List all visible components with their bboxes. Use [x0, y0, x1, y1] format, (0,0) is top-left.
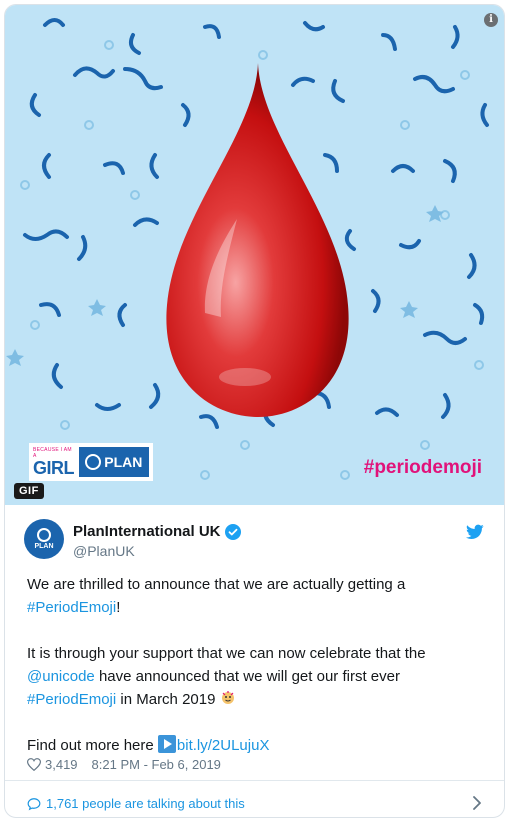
tweet-meta: 3,419 8:21 PM - Feb 6, 2019 [27, 757, 221, 772]
plan-globe-icon [37, 528, 51, 542]
gif-badge: GIF [14, 483, 44, 499]
twitter-bird-icon[interactable] [466, 524, 484, 540]
periodemoji-overlay: #periodemoji [363, 457, 482, 478]
tweet-media-gif[interactable]: i BECAUSE I AM A GIRL PLAN #periodemoji … [5, 5, 504, 505]
paragraph-2-text: It is through your support that we can n… [27, 645, 426, 662]
info-icon[interactable]: i [484, 13, 498, 27]
mention-unicode-link[interactable]: @unicode [27, 668, 95, 685]
logo-girl-word: GIRL [33, 458, 75, 478]
avatar[interactable]: PLAN [24, 519, 64, 559]
display-name[interactable]: PlanInternational UK [73, 523, 241, 540]
tweet-card: i BECAUSE I AM A GIRL PLAN #periodemoji … [4, 4, 505, 818]
tweet-paragraph-3: Find out more here bit.ly/2ULujuX [27, 734, 487, 757]
divider [5, 780, 504, 781]
logo-plan-word: PLAN [104, 454, 143, 470]
paragraph-1-suffix: ! [116, 599, 121, 616]
paragraph-2-text2: have announced that we will get our firs… [94, 668, 400, 685]
speech-bubble-icon [27, 797, 41, 810]
party-emoji-icon [221, 691, 234, 704]
avatar-text: PLAN [34, 543, 54, 550]
conversation-count-text[interactable]: 1,761 people are talking about this [46, 796, 245, 811]
play-arrow-emoji-icon [157, 735, 176, 753]
timestamp[interactable]: 8:21 PM - Feb 6, 2019 [92, 757, 221, 772]
like-count[interactable]: 3,419 [45, 757, 78, 772]
hashtag-periodemoji-link[interactable]: #PeriodEmoji [27, 599, 116, 616]
short-link[interactable]: bit.ly/2ULujuX [177, 737, 270, 754]
paragraph-1-text: We are thrilled to announce that we are … [27, 576, 406, 593]
display-name-text[interactable]: PlanInternational UK [73, 523, 221, 540]
period-emoji-artwork [6, 18, 489, 480]
blood-drop [166, 63, 349, 417]
tweet-text: We are thrilled to announce that we are … [27, 573, 487, 757]
paragraph-3-text: Find out more here [27, 737, 158, 754]
tweet-paragraph-2: It is through your support that we can n… [27, 642, 487, 711]
plan-globe-icon [85, 454, 102, 470]
heart-icon[interactable] [27, 758, 41, 771]
because-i-am-a-girl-logo: BECAUSE I AM A GIRL [33, 447, 75, 477]
conversation-link[interactable]: 1,761 people are talking about this [27, 796, 245, 811]
hashtag-periodemoji-link-2[interactable]: #PeriodEmoji [27, 691, 116, 708]
chevron-right-icon[interactable] [472, 796, 482, 810]
campaign-logo: BECAUSE I AM A GIRL PLAN [29, 443, 153, 481]
paragraph-2-text3: in March 2019 [116, 691, 220, 708]
verified-badge-icon [224, 523, 241, 540]
tweet-paragraph-1: We are thrilled to announce that we are … [27, 573, 487, 619]
plan-international-logo: PLAN [78, 447, 149, 477]
user-handle[interactable]: @PlanUK [73, 543, 135, 559]
